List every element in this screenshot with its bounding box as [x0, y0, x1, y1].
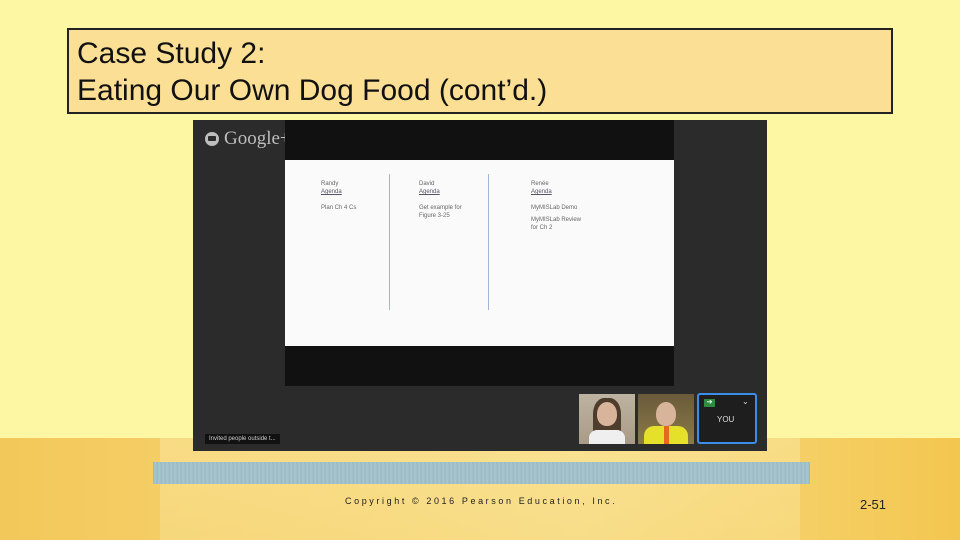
participant-video-1[interactable]	[579, 394, 635, 444]
title-line-2: Eating Our Own Dog Food (cont’d.)	[77, 74, 548, 107]
column-agenda-link[interactable]: Agenda	[321, 188, 357, 196]
participant-video-2[interactable]	[638, 394, 694, 444]
copyright-text: Copyright © 2016 Pearson Education, Inc.	[345, 496, 618, 506]
column-divider	[488, 174, 489, 310]
chevron-down-icon[interactable]: ⌄	[742, 397, 749, 406]
doc-column-renee: Renée Agenda MyMISLab Demo MyMISLab Revi…	[531, 180, 583, 232]
invited-notice: Invited people outside t...	[205, 434, 280, 444]
participant-face	[656, 402, 676, 426]
screen-share-area: Randy Agenda Plan Ch 4 Cs David Agenda G…	[285, 120, 674, 386]
google-plus-logo: Google+	[205, 128, 291, 150]
column-task: Get example for Figure 3-25	[419, 205, 462, 219]
participant-thumbnails	[579, 394, 697, 444]
participant-tie	[664, 426, 669, 444]
column-name: Randy	[321, 181, 339, 187]
doc-column-david: David Agenda Get example for Figure 3-25	[419, 180, 463, 220]
hangouts-icon	[205, 132, 219, 146]
column-task: Plan Ch 4 Cs	[321, 205, 357, 211]
logo-text: Google+	[224, 128, 291, 149]
column-divider	[389, 174, 390, 310]
decorative-strip	[153, 462, 810, 484]
column-task-2: MyMISLab Review for Ch 2	[531, 217, 582, 231]
shared-document: Randy Agenda Plan Ch 4 Cs David Agenda G…	[285, 160, 674, 346]
column-agenda-link[interactable]: Agenda	[419, 188, 463, 196]
column-name: Renée	[531, 181, 549, 187]
title-box: Case Study 2: Eating Our Own Dog Food (c…	[67, 28, 893, 114]
column-name: David	[419, 181, 435, 187]
page-number: 2-51	[860, 497, 887, 512]
title-line-1: Case Study 2:	[77, 37, 266, 70]
column-agenda-link[interactable]: Agenda	[531, 188, 583, 196]
participant-face	[597, 402, 617, 426]
participant-shirt	[589, 430, 625, 444]
column-task: MyMISLab Demo	[531, 205, 578, 211]
share-screen-icon[interactable]: ➔	[704, 399, 715, 407]
hangout-screenshot: Google+ Randy Agenda Plan Ch 4 Cs David …	[193, 120, 767, 451]
self-video-tile[interactable]: ➔ ⌄ YOU	[697, 393, 757, 444]
doc-column-randy: Randy Agenda Plan Ch 4 Cs	[321, 180, 357, 212]
background-band-highlight	[160, 438, 800, 540]
you-label: YOU	[717, 415, 735, 424]
